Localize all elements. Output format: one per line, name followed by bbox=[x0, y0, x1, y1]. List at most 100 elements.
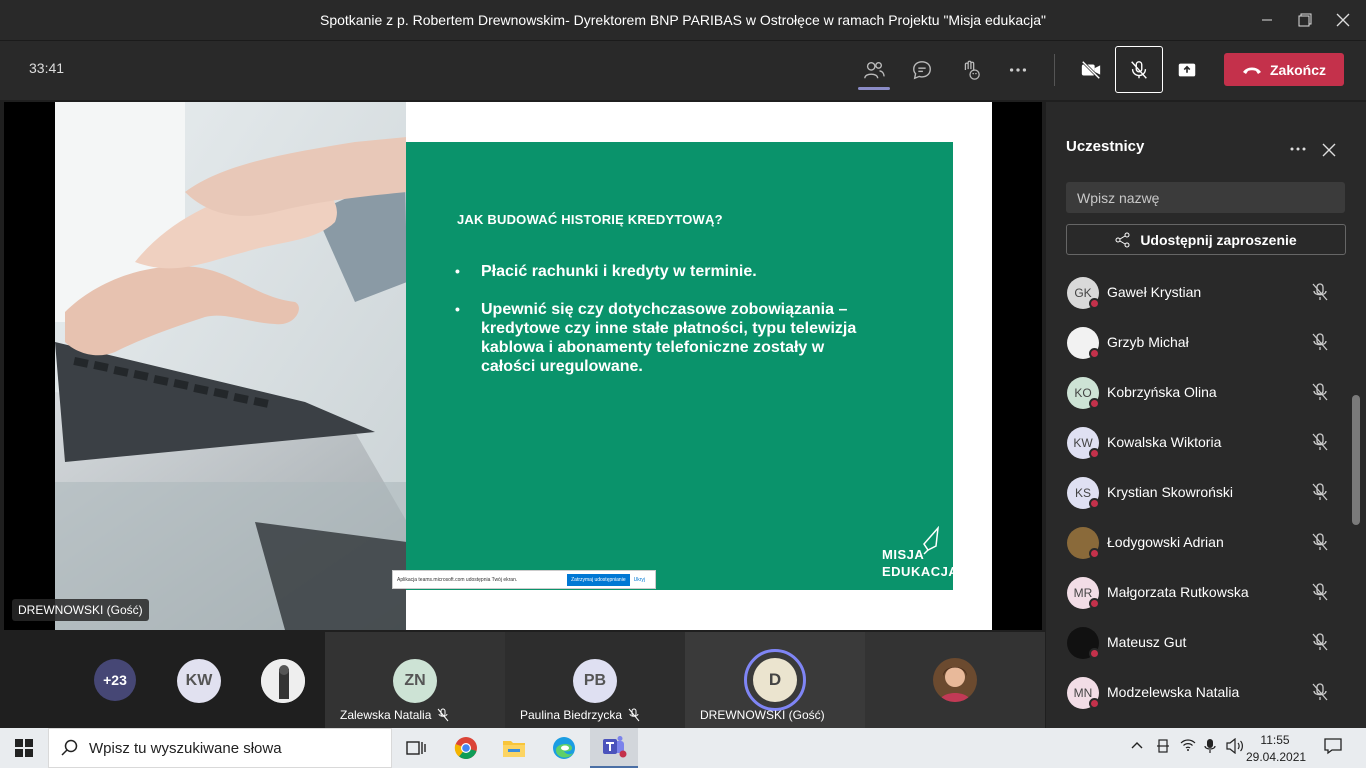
participant-name: Modzelewska Natalia bbox=[1107, 684, 1240, 700]
mic-off-icon[interactable] bbox=[1311, 282, 1329, 302]
slide-bullet: Upewnić się czy dotychczasowe zobowiązan… bbox=[481, 301, 857, 375]
more-actions-button[interactable] bbox=[998, 50, 1038, 90]
mic-off-icon[interactable] bbox=[1311, 432, 1329, 452]
leave-meeting-button[interactable]: Zakończ bbox=[1224, 53, 1344, 86]
maximize-icon bbox=[1298, 13, 1312, 27]
tile-name: Paulina Biedrzycka bbox=[520, 708, 640, 722]
gallery-avatar[interactable]: KW bbox=[177, 659, 221, 703]
show-participants-button[interactable] bbox=[854, 50, 894, 90]
chat-icon bbox=[913, 61, 931, 80]
participant-name: Gaweł Krystian bbox=[1107, 284, 1202, 300]
taskbar-search-placeholder: Wpisz tu wyszukiwane słowa bbox=[89, 739, 282, 757]
presence-status-dot bbox=[1089, 448, 1100, 459]
mic-off-icon[interactable] bbox=[1311, 332, 1329, 352]
bullet-marker: • bbox=[455, 263, 460, 279]
notifications-button[interactable] bbox=[1324, 737, 1342, 758]
mic-off-icon[interactable] bbox=[1311, 382, 1329, 402]
participant-row[interactable]: MN Modzelewska Natalia bbox=[1066, 667, 1346, 717]
search-icon bbox=[61, 739, 78, 756]
start-button[interactable] bbox=[0, 728, 48, 768]
teams-icon bbox=[603, 736, 627, 758]
network-tray-button[interactable] bbox=[1180, 738, 1196, 755]
wifi-icon bbox=[1180, 739, 1196, 751]
camera-toggle-button[interactable] bbox=[1071, 50, 1111, 90]
more-icon bbox=[1009, 68, 1027, 72]
hide-notice-button[interactable]: Ukryj bbox=[634, 577, 655, 583]
active-tab-indicator bbox=[858, 87, 890, 90]
teams-taskbar-button[interactable] bbox=[590, 728, 638, 768]
tile-name-text: DREWNOWSKI (Gość) bbox=[700, 708, 825, 722]
presence-status-dot bbox=[1089, 498, 1100, 509]
camera-off-icon bbox=[1081, 60, 1101, 80]
notification-icon bbox=[1324, 738, 1342, 755]
panel-close-button[interactable] bbox=[1318, 138, 1340, 160]
participant-row[interactable]: MR Małgorzata Rutkowska bbox=[1066, 567, 1346, 617]
slide-photo bbox=[55, 102, 407, 630]
share-content-button[interactable] bbox=[1167, 50, 1207, 90]
tile-name-text: Paulina Biedrzycka bbox=[520, 708, 623, 722]
video-tile[interactable]: PB Paulina Biedrzycka bbox=[505, 632, 685, 728]
participant-row[interactable]: KW Kowalska Wiktoria bbox=[1066, 417, 1346, 467]
participant-name: Małgorzata Rutkowska bbox=[1107, 584, 1249, 600]
close-window-button[interactable] bbox=[1320, 0, 1366, 40]
participant-search-input[interactable] bbox=[1066, 182, 1345, 213]
show-chat-button[interactable] bbox=[902, 50, 942, 90]
video-tile-active-speaker[interactable]: D DREWNOWSKI (Gość) bbox=[685, 632, 865, 728]
edge-taskbar-button[interactable] bbox=[540, 728, 588, 768]
presence-status-dot bbox=[1089, 548, 1100, 559]
meeting-timer: 33:41 bbox=[29, 60, 65, 76]
panel-more-button[interactable] bbox=[1287, 136, 1309, 160]
reactions-button[interactable] bbox=[950, 50, 990, 90]
leave-meeting-label: Zakończ bbox=[1269, 61, 1326, 78]
more-icon bbox=[1290, 147, 1306, 151]
people-icon bbox=[864, 61, 885, 79]
close-icon bbox=[1336, 13, 1350, 27]
participant-row[interactable]: GK Gaweł Krystian bbox=[1066, 267, 1346, 317]
bullet-marker: • bbox=[455, 301, 460, 317]
participant-name: Krystian Skowroński bbox=[1107, 484, 1234, 500]
mic-toggle-button[interactable] bbox=[1115, 46, 1163, 93]
mic-off-icon[interactable] bbox=[1311, 482, 1329, 502]
presence-status-dot bbox=[1089, 398, 1100, 409]
tile-name: Zalewska Natalia bbox=[340, 708, 449, 722]
slide-bullet: Płacić rachunki i kredyty w terminie. bbox=[481, 263, 757, 280]
video-tile[interactable] bbox=[865, 632, 1045, 728]
person-photo-icon bbox=[261, 659, 305, 703]
mic-off-icon[interactable] bbox=[1311, 532, 1329, 552]
panel-scrollbar[interactable] bbox=[1352, 395, 1360, 525]
participant-row[interactable]: KO Kobrzyńska Olina bbox=[1066, 367, 1346, 417]
device-tray-button[interactable] bbox=[1156, 738, 1170, 757]
show-hidden-icons-button[interactable] bbox=[1130, 738, 1144, 755]
mic-off-icon[interactable] bbox=[1311, 582, 1329, 602]
chrome-taskbar-button[interactable] bbox=[442, 728, 490, 768]
tile-avatar: ZN bbox=[393, 659, 437, 703]
participant-row[interactable]: Łodygowski Adrian bbox=[1066, 517, 1346, 567]
stop-sharing-button[interactable]: Zatrzymaj udostępnianie bbox=[567, 573, 630, 586]
presence-status-dot bbox=[1089, 298, 1100, 309]
file-explorer-taskbar-button[interactable] bbox=[490, 728, 538, 768]
share-invite-button[interactable]: Udostępnij zaproszenie bbox=[1066, 224, 1346, 255]
gallery-photo-avatar[interactable] bbox=[261, 659, 305, 703]
taskbar-search-box[interactable]: Wpisz tu wyszukiwane słowa bbox=[48, 728, 392, 768]
share-icon bbox=[1115, 232, 1130, 247]
share-notice-text: Aplikacja teams.microsoft.com udostępnia… bbox=[397, 576, 518, 583]
clock-time[interactable]: 11:55 bbox=[1252, 733, 1298, 747]
minimize-icon bbox=[1262, 19, 1272, 21]
task-view-button[interactable] bbox=[392, 728, 440, 768]
participant-row[interactable]: KS Krystian Skowroński bbox=[1066, 467, 1346, 517]
video-tile[interactable]: ZN Zalewska Natalia bbox=[325, 632, 505, 728]
participant-row[interactable]: Mateusz Gut bbox=[1066, 617, 1346, 667]
mic-off-icon bbox=[1131, 60, 1147, 79]
chrome-icon bbox=[454, 737, 477, 759]
mic-off-icon[interactable] bbox=[1311, 632, 1329, 652]
close-icon bbox=[1322, 143, 1336, 157]
participant-row[interactable]: Grzyb Michał bbox=[1066, 317, 1346, 367]
volume-tray-button[interactable] bbox=[1226, 737, 1244, 757]
clock-date[interactable]: 29.04.2021 bbox=[1246, 750, 1306, 764]
typing-on-laptop-image bbox=[55, 102, 407, 630]
mic-off-icon[interactable] bbox=[1311, 682, 1329, 702]
microphone-tray-button[interactable] bbox=[1204, 738, 1216, 757]
speaker-icon bbox=[1226, 737, 1243, 755]
mic-off-icon bbox=[628, 708, 640, 722]
more-participants-button[interactable]: +23 bbox=[94, 659, 136, 701]
